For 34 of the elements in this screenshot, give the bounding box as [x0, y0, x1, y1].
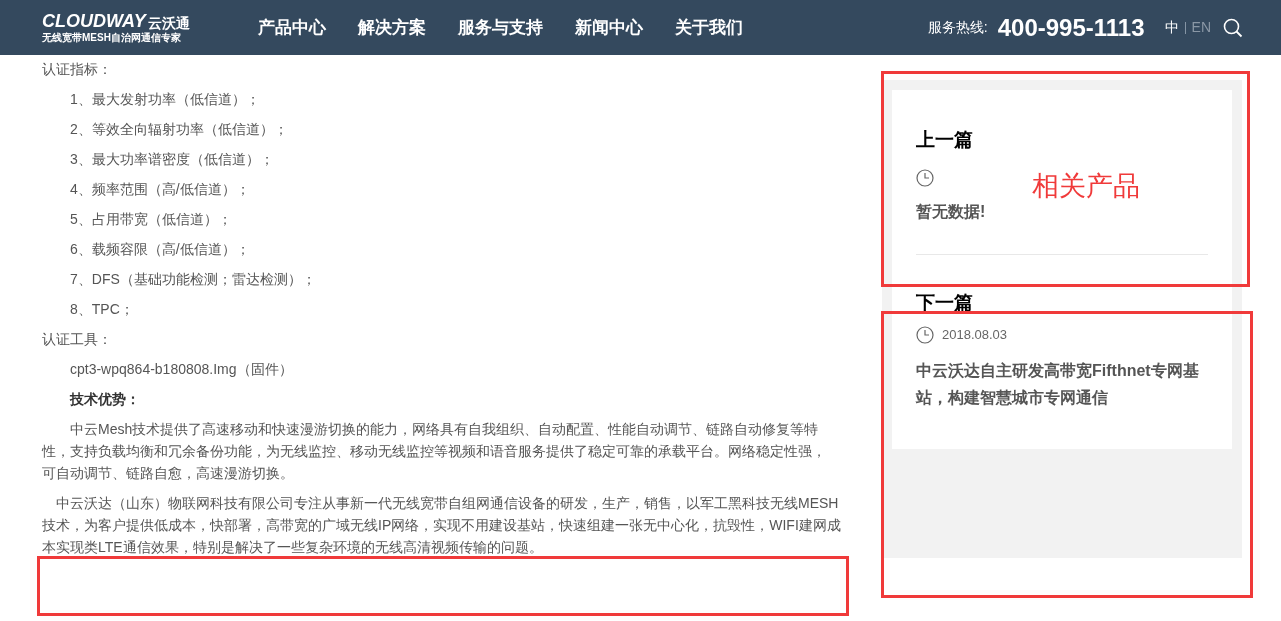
logo-wordmark: CLOUDWAY	[42, 12, 146, 30]
list-item: cpt3-wpq864-b180808.Img（固件）	[69, 360, 294, 379]
nav-link[interactable]: 新闻中心	[575, 14, 643, 41]
clock-icon	[916, 326, 934, 344]
annotation-label: 相关产品	[1032, 169, 1140, 203]
logo-text: 云沃通	[147, 16, 190, 30]
list-item: 3、最大功率谱密度（低信道）；	[69, 150, 275, 169]
section-heading: 上一篇	[916, 128, 974, 152]
search-icon[interactable]	[1223, 17, 1243, 38]
section-label: 认证指标：	[42, 60, 113, 79]
article-link[interactable]: 中云沃达自主研发高带宽Fifthnet专网基站，构建智慧城市专网通信	[916, 357, 1208, 411]
list-item: 4、频率范围（高/低信道）；	[69, 180, 251, 199]
list-item: 7、DFS（基础功能检测；雷达检测）；	[69, 270, 317, 289]
section-label: 认证工具：	[42, 330, 113, 349]
list-item: 1、最大发射功率（低信道）；	[69, 90, 261, 109]
nav-link[interactable]: 服务与支持	[458, 14, 543, 41]
section-heading: 下一篇	[916, 291, 974, 315]
hotline-label: 服务热线:	[927, 18, 988, 37]
logo-tagline: 无线宽带MESH自治网通信专家	[42, 33, 182, 43]
language-link[interactable]: 中	[1164, 17, 1179, 38]
hotline-number: 400-995-1113	[997, 12, 1145, 43]
list-item: 2、等效全向辐射功率（低信道）；	[69, 120, 289, 139]
post-date: 2018.08.03	[942, 326, 1008, 345]
body-paragraph: 中云Mesh技术提供了高速移动和快速漫游切换的能力，网络具有自我组织、自动配置、性能自动调节、链路自动修复等特性，支持负载均衡和冗余备份功能，为无线监控、移动无线监控等视频和语音服务提供了稳定可靠的承载平台。网络稳定性强，可自动调节、链路自愈，高速漫游切换。	[42, 420, 827, 483]
nav-link[interactable]: 解决方案	[358, 14, 426, 41]
body-paragraph: 中云沃达（山东）物联网科技有限公司专注从事新一代无线宽带自组网通信设备的研发，生产，销售，以军工黑科技无线MESH技术，为客户提供低成本，快部署，高带宽的广域无线IP网络，实现不用建设基站，快速组建一张无中心化，抗毁性，WIFI建网成本实现类LTE通信效果，特别是解决了一些复杂环境的无线高清视频传输的问题。	[42, 494, 842, 557]
clock-icon	[916, 169, 934, 187]
list-item: 5、占用带宽（低信道）；	[69, 210, 233, 229]
section-heading: 技术优势：	[68, 390, 141, 409]
list-item: 8、TPC；	[69, 300, 135, 319]
nav-link[interactable]: 关于我们	[675, 14, 743, 41]
nav-link[interactable]: 产品中心	[258, 14, 326, 41]
list-item: 6、载频容限（高/低信道）；	[69, 240, 251, 259]
article-link[interactable]: 暂无数据!	[916, 200, 1208, 224]
